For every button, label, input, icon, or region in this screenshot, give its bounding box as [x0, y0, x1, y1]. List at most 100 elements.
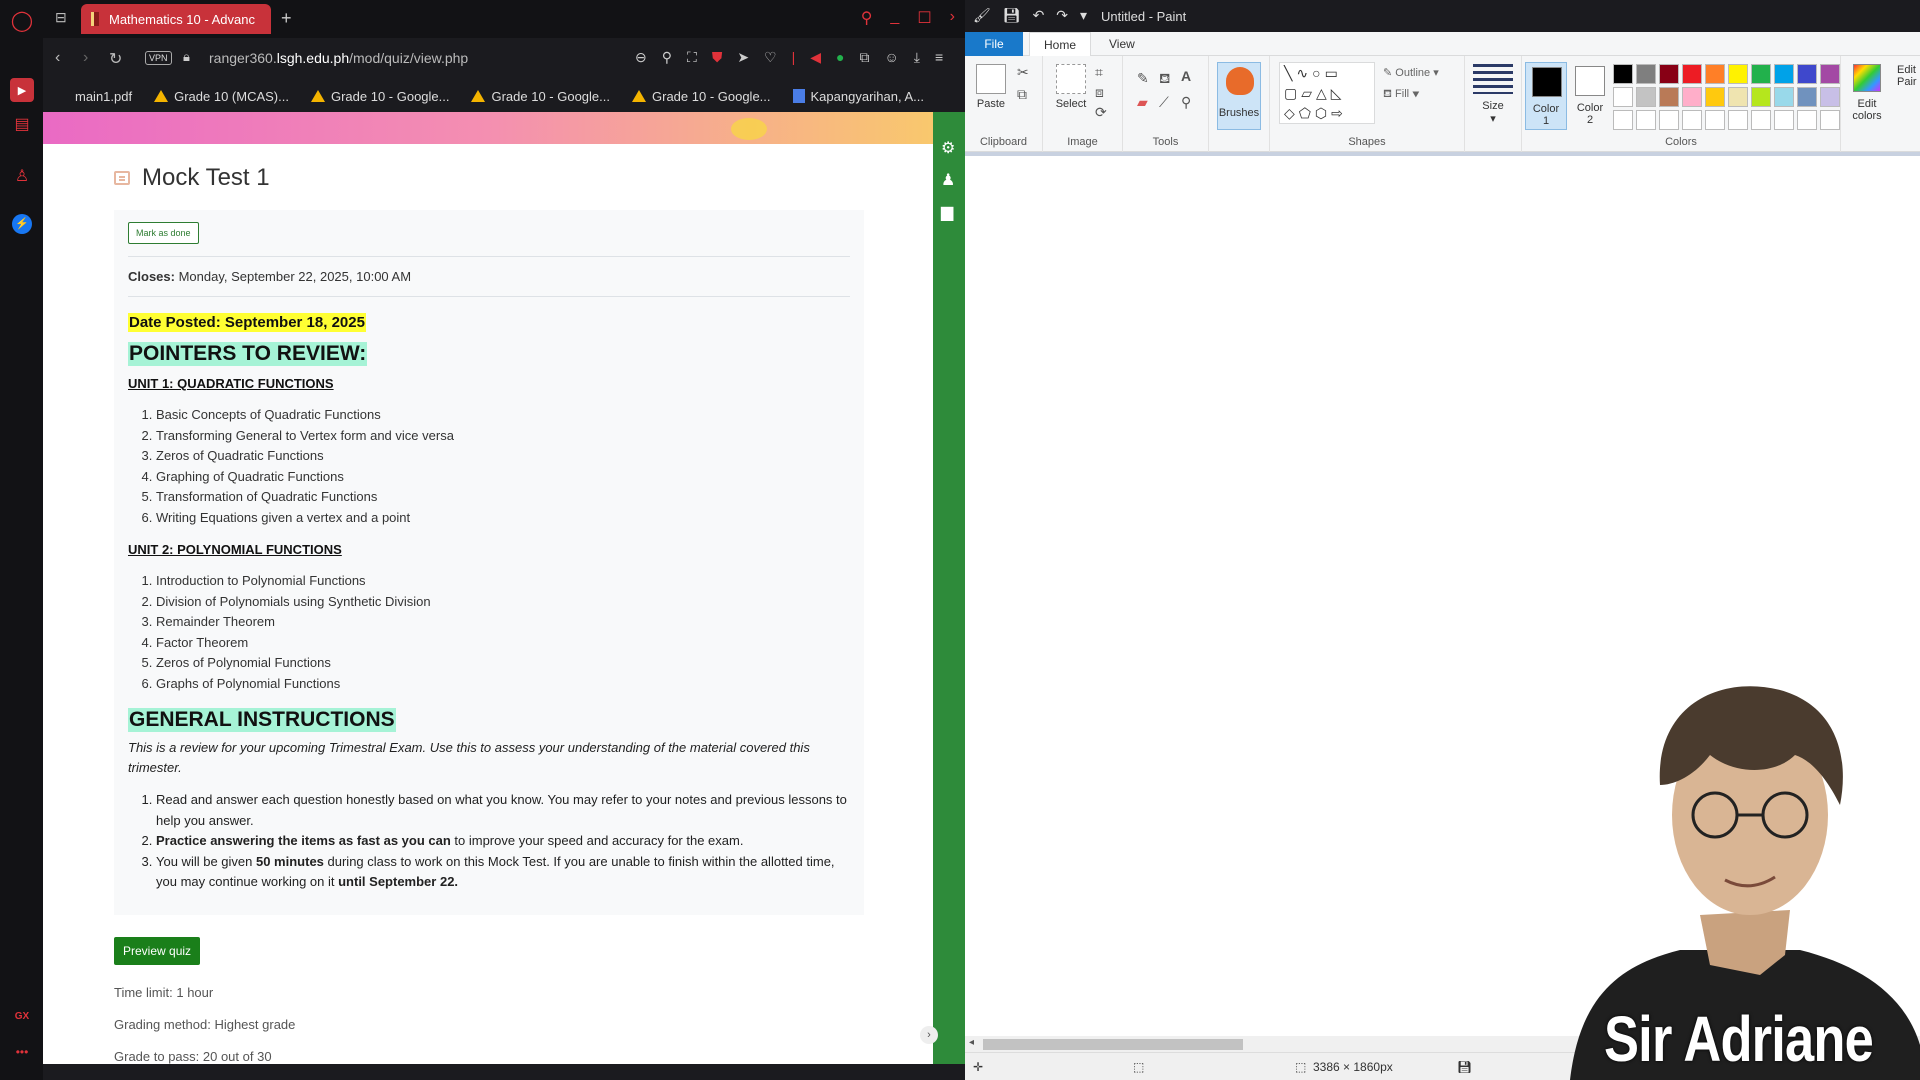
- brush-icon: [1226, 67, 1254, 95]
- bookmark-grade10-google-3[interactable]: Grade 10 - Google...: [632, 89, 771, 104]
- color-picker-icon[interactable]: ⟋: [1159, 94, 1169, 111]
- crop-icon[interactable]: ⌗: [1095, 64, 1103, 81]
- bookmark-label: Grade 10 - Google...: [491, 88, 610, 104]
- opera-logo-icon[interactable]: ◯: [10, 8, 34, 32]
- audio-icon[interactable]: ◀: [810, 49, 821, 66]
- tab-mathematics[interactable]: Mathematics 10 - Advanc: [81, 4, 271, 34]
- divider-icon: |: [791, 49, 796, 65]
- reload-icon[interactable]: ↻: [109, 49, 122, 69]
- bookmark-grade10-google-2[interactable]: Grade 10 - Google...: [471, 89, 610, 104]
- messenger-icon[interactable]: ⚡: [10, 212, 34, 236]
- minimize-icon[interactable]: _: [890, 8, 899, 28]
- scroll-left-icon[interactable]: ◂: [969, 1037, 974, 1048]
- closes-label: Closes:: [128, 269, 175, 284]
- ribbon-tabs: File Home View: [965, 32, 1920, 56]
- select-button[interactable]: Select: [1053, 64, 1089, 110]
- gx-icon[interactable]: GX: [10, 1004, 34, 1028]
- save-icon[interactable]: 💾︎: [1003, 7, 1021, 24]
- chat-icon[interactable]: ▆: [941, 202, 953, 222]
- search-tabs-icon[interactable]: ⚲: [861, 8, 873, 28]
- pin-icon[interactable]: ⚲: [662, 49, 672, 66]
- back-icon[interactable]: ‹: [55, 49, 60, 67]
- presenter-name: Sir Adriane: [1604, 1003, 1874, 1075]
- redo-icon[interactable]: ↷: [1056, 7, 1068, 24]
- group-label: Image: [1067, 136, 1098, 148]
- new-tab-icon[interactable]: +: [281, 8, 292, 29]
- video-player-icon[interactable]: ▶: [10, 78, 34, 102]
- grammarly-icon[interactable]: ●: [836, 49, 844, 66]
- address-bar: ‹ › ↻ VPN 🔒︎ ranger360.lsgh.edu.ph/mod/q…: [43, 40, 965, 78]
- bookmark-grade10-google-1[interactable]: Grade 10 - Google...: [310, 89, 449, 104]
- more-icon[interactable]: •••: [10, 1040, 34, 1064]
- paste-icon: [976, 64, 1006, 94]
- forward-icon[interactable]: ›: [83, 49, 88, 67]
- bookmark-label: main1.pdf: [75, 88, 133, 104]
- fill-bucket-icon[interactable]: ⛾: [1159, 70, 1170, 89]
- send-icon[interactable]: ➤: [737, 49, 749, 66]
- cut-icon[interactable]: ✂: [1017, 64, 1029, 81]
- extensions-icon[interactable]: ⧉: [860, 49, 870, 66]
- tab-file[interactable]: File: [965, 32, 1023, 56]
- bookmark-grade10-mcas[interactable]: Grade 10 (MCAS)...: [154, 89, 289, 104]
- shapes-gallery[interactable]: ╲∿○▭ ▢▱△◺ ◇⬠⬡⇨: [1279, 62, 1375, 124]
- scrollbar-thumb[interactable]: [983, 1039, 1243, 1050]
- magnifier-icon[interactable]: ⚲: [1181, 94, 1191, 111]
- edit-paint-label-a: Edit: [1897, 64, 1916, 76]
- tab-menu-icon[interactable]: ⊟: [55, 9, 67, 26]
- bookmark-kapangyarihan[interactable]: Kapangyarihan, A...: [792, 89, 924, 104]
- settings-gear-icon[interactable]: ⚙: [941, 138, 955, 158]
- preview-quiz-button[interactable]: Preview quiz: [114, 936, 201, 965]
- edit-colors-button[interactable]: Edit colors: [1849, 64, 1885, 122]
- profile-icon[interactable]: ☺: [885, 49, 899, 66]
- group-clipboard: Paste ✂ ⧉ Clipboard: [965, 56, 1043, 152]
- resize-icon[interactable]: ⧈: [1095, 84, 1104, 101]
- brushes-button[interactable]: Brushes: [1217, 62, 1261, 130]
- ai-icon[interactable]: ♙: [10, 164, 34, 188]
- paint-title: Untitled - Paint: [1101, 9, 1187, 24]
- undo-icon[interactable]: ↶: [1033, 7, 1045, 24]
- adblock-shield-icon[interactable]: ⛊: [712, 49, 723, 66]
- menu-icon[interactable]: ≡: [935, 49, 943, 66]
- zoom-out-icon[interactable]: ⊖: [635, 49, 647, 66]
- url-input[interactable]: ranger360.lsgh.edu.ph/mod/quiz/view.php: [209, 50, 468, 66]
- fill-dropdown[interactable]: ⛾ Fill ▾: [1383, 88, 1420, 102]
- pencil-icon[interactable]: ✎: [1137, 70, 1149, 87]
- list-item: Transformation of Quadratic Functions: [156, 487, 850, 508]
- notes-icon[interactable]: ▤: [10, 112, 34, 136]
- group-label: Tools: [1152, 136, 1179, 148]
- instruction-item: Read and answer each question honestly b…: [156, 790, 850, 831]
- closes-date: Closes: Monday, September 22, 2025, 10:0…: [128, 269, 850, 284]
- customize-chevron-icon[interactable]: ▾: [1080, 7, 1087, 24]
- maximize-icon[interactable]: ☐: [917, 8, 931, 28]
- tab-view[interactable]: View: [1095, 32, 1149, 56]
- group-label: Colors: [1665, 136, 1697, 148]
- text-icon[interactable]: A: [1181, 68, 1191, 84]
- download-icon[interactable]: ⤓: [914, 49, 920, 66]
- date-posted: Date Posted: September 18, 2025: [128, 313, 366, 332]
- list-item: Factor Theorem: [156, 633, 850, 654]
- list-item: Transforming General to Vertex form and …: [156, 426, 850, 447]
- edit-with-paint3d-button[interactable]: Edit Pair: [1897, 64, 1917, 88]
- unit2-list: Introduction to Polynomial Functions Div…: [128, 571, 850, 694]
- bookmark-main1[interactable]: main1.pdf: [75, 89, 132, 104]
- lock-icon[interactable]: 🔒︎: [183, 49, 190, 65]
- snapshot-icon[interactable]: ⛶: [687, 49, 697, 66]
- copy-icon[interactable]: ⧉: [1017, 86, 1027, 103]
- unit1-list: Basic Concepts of Quadratic Functions Tr…: [128, 405, 850, 528]
- ribbon: Paste ✂ ⧉ Clipboard Select ⌗ ⧈ ⟳ Image ✎…: [965, 56, 1920, 152]
- paste-button[interactable]: Paste: [975, 64, 1007, 110]
- rotate-icon[interactable]: ⟳: [1095, 104, 1107, 121]
- tab-home[interactable]: Home: [1029, 32, 1092, 56]
- more-chevron-icon[interactable]: ›: [950, 8, 955, 28]
- outline-dropdown[interactable]: ✎ Outline ▾: [1383, 66, 1439, 79]
- size-button[interactable]: Size ▾: [1473, 64, 1513, 125]
- vpn-badge[interactable]: VPN: [145, 51, 172, 65]
- mark-as-done-button[interactable]: Mark as done: [128, 222, 199, 244]
- url-domain: lsgh.edu.ph: [276, 50, 350, 66]
- paste-label: Paste: [976, 98, 1006, 110]
- block-drawer-icon[interactable]: ♟: [941, 170, 955, 190]
- eraser-icon[interactable]: ▰: [1137, 94, 1148, 111]
- browser-window: ◯ ▶ ▤ ♙ ⚡ GX ••• ⊟ Mathematics 10 - Adva…: [0, 0, 965, 1080]
- drawer-toggle-chevron-icon[interactable]: ›: [920, 1026, 938, 1044]
- bookmark-heart-icon[interactable]: ♡: [764, 49, 777, 66]
